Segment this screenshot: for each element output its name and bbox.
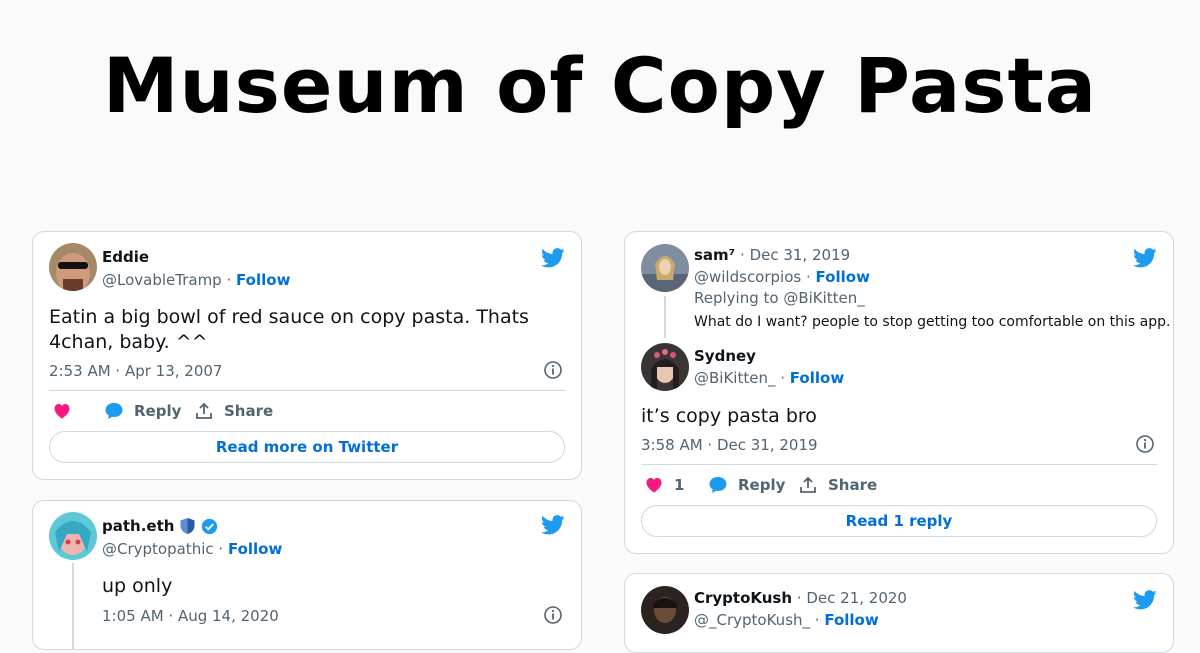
reply-label: Reply [134, 402, 182, 420]
avatar[interactable] [641, 343, 689, 391]
author-handle[interactable]: @LovableTramp [102, 271, 222, 289]
like-count: 1 [674, 476, 685, 494]
like-button[interactable] [52, 401, 72, 421]
reply-bubble-icon [105, 403, 123, 419]
heart-icon [646, 478, 662, 493]
avatar[interactable] [641, 244, 689, 292]
replying-to[interactable]: Replying to @BiKitten_ [694, 289, 865, 307]
twitter-bird-icon[interactable] [541, 248, 565, 268]
like-button[interactable]: 1 [644, 475, 684, 495]
author-handle[interactable]: @wildscorpios [694, 268, 801, 286]
follow-button[interactable]: Follow [228, 540, 282, 558]
author-name-label: path.eth [102, 517, 175, 535]
heart-icon [54, 404, 70, 419]
avatar[interactable] [49, 512, 97, 560]
follow-button[interactable]: Follow [824, 611, 878, 629]
share-icon [800, 476, 816, 493]
tweet-card-sydney: sam⁷ · Dec 31, 2019 @wildscorpios · Foll… [624, 231, 1174, 554]
share-icon [196, 402, 212, 419]
tweet-card-path: path.eth @Cryptopathic · Follow up only … [32, 500, 582, 650]
reply-button[interactable]: Reply [708, 475, 785, 495]
author-handle[interactable]: @BiKitten_ [694, 369, 775, 387]
tweet-text: Eatin a big bowl of red sauce on copy pa… [49, 306, 529, 353]
author-handle-line: @LovableTramp · Follow [102, 271, 291, 289]
follow-button[interactable]: Follow [790, 369, 844, 387]
thread-line [72, 563, 74, 649]
tweet-text: it’s copy pasta bro [641, 405, 817, 427]
author-name[interactable]: Sydney [694, 347, 756, 365]
tweet-timestamp[interactable]: 3:58 AM · Dec 31, 2019 [641, 436, 818, 454]
twitter-bird-icon[interactable] [541, 515, 565, 535]
tweet-timestamp[interactable]: 2:53 AM · Apr 13, 2007 [49, 362, 222, 380]
info-icon[interactable] [543, 360, 563, 380]
reply-bubble-icon [709, 477, 727, 493]
info-icon[interactable] [543, 605, 563, 625]
shield-emoji-icon [180, 518, 195, 534]
author-name[interactable]: Eddie [102, 248, 149, 266]
divider [49, 390, 565, 391]
author-name[interactable]: sam⁷ [694, 246, 735, 264]
author-handle[interactable]: @Cryptopathic [102, 540, 214, 558]
verified-badge-icon [202, 518, 218, 534]
author-handle-line: @Cryptopathic · Follow [102, 540, 283, 558]
share-button[interactable]: Share [798, 475, 877, 495]
reply-label: Reply [738, 476, 786, 494]
author-handle-line: @BiKitten_ · Follow [694, 369, 845, 387]
share-label: Share [828, 476, 878, 494]
share-label: Share [224, 402, 274, 420]
divider [641, 464, 1157, 465]
tweet-card-cryptokush: CryptoKush · Dec 21, 2020 @_CryptoKush_ … [624, 573, 1174, 653]
tweet-timestamp[interactable]: 1:05 AM · Aug 14, 2020 [102, 607, 279, 625]
thread-line [664, 296, 666, 338]
share-button[interactable]: Share [194, 401, 273, 421]
author-name[interactable]: path.eth [102, 517, 218, 535]
follow-button[interactable]: Follow [236, 271, 290, 289]
author-handle-line: @_CryptoKush_ · Follow [694, 611, 879, 629]
read-reply-button[interactable]: Read 1 reply [641, 505, 1157, 537]
tweet-card-eddie: Eddie @LovableTramp · Follow Eatin a big… [32, 231, 582, 480]
info-icon[interactable] [1135, 434, 1155, 454]
follow-button[interactable]: Follow [816, 268, 870, 286]
author-name-line: sam⁷ · Dec 31, 2019 [694, 246, 851, 264]
twitter-bird-icon[interactable] [1133, 248, 1157, 268]
twitter-bird-icon[interactable] [1133, 590, 1157, 610]
tweet-date[interactable]: Dec 21, 2020 [806, 589, 907, 607]
author-handle[interactable]: @_CryptoKush_ [694, 611, 810, 629]
tweet-text: up only [102, 575, 173, 597]
author-name[interactable]: CryptoKush [694, 589, 792, 607]
read-more-button[interactable]: Read more on Twitter [49, 431, 565, 463]
parent-tweet-text: What do I want? people to stop getting t… [694, 314, 1171, 330]
reply-button[interactable]: Reply [104, 401, 181, 421]
author-handle-line: @wildscorpios · Follow [694, 268, 870, 286]
author-name-line: CryptoKush · Dec 21, 2020 [694, 589, 907, 607]
page-title: Museum of Copy Pasta [102, 41, 1098, 130]
tweet-date[interactable]: Dec 31, 2019 [750, 246, 851, 264]
avatar[interactable] [49, 243, 97, 291]
avatar[interactable] [641, 586, 689, 634]
